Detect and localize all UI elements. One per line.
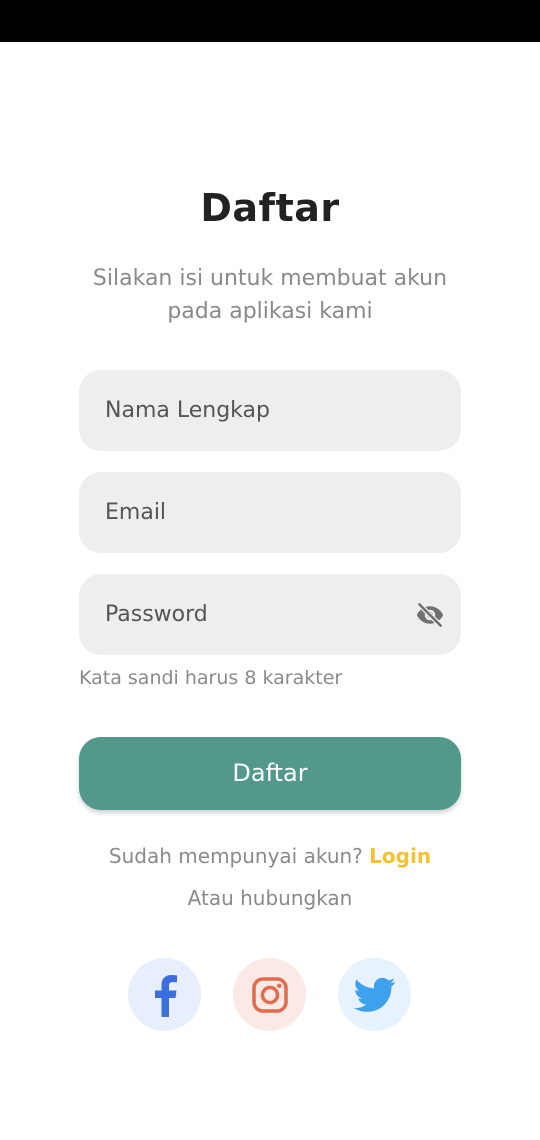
password-hint: Kata sandi harus 8 karakter [79,667,343,689]
instagram-icon [251,976,288,1013]
full-name-field[interactable] [79,370,461,451]
email-field[interactable] [79,472,461,553]
register-button[interactable]: Daftar [79,737,461,810]
password-field[interactable] [79,574,461,655]
eye-off-icon[interactable] [415,600,445,630]
email-input[interactable] [105,472,405,553]
page-subtitle: Silakan isi untuk membuat akun pada apli… [92,266,448,324]
login-prompt-text: Sudah mempunyai akun? [108,844,363,868]
login-link[interactable]: Login [369,844,431,868]
status-bar [0,0,540,42]
instagram-button[interactable] [233,958,306,1031]
facebook-icon [154,974,177,1017]
facebook-button[interactable] [128,958,201,1031]
full-name-input[interactable] [105,370,405,451]
twitter-icon [353,977,395,1012]
alt-connect-text: Atau hubungkan [187,886,353,910]
twitter-button[interactable] [338,958,411,1031]
page-title: Daftar [200,186,340,230]
login-prompt-row: Sudah mempunyai akun? Login [0,844,540,868]
password-input[interactable] [105,574,405,655]
